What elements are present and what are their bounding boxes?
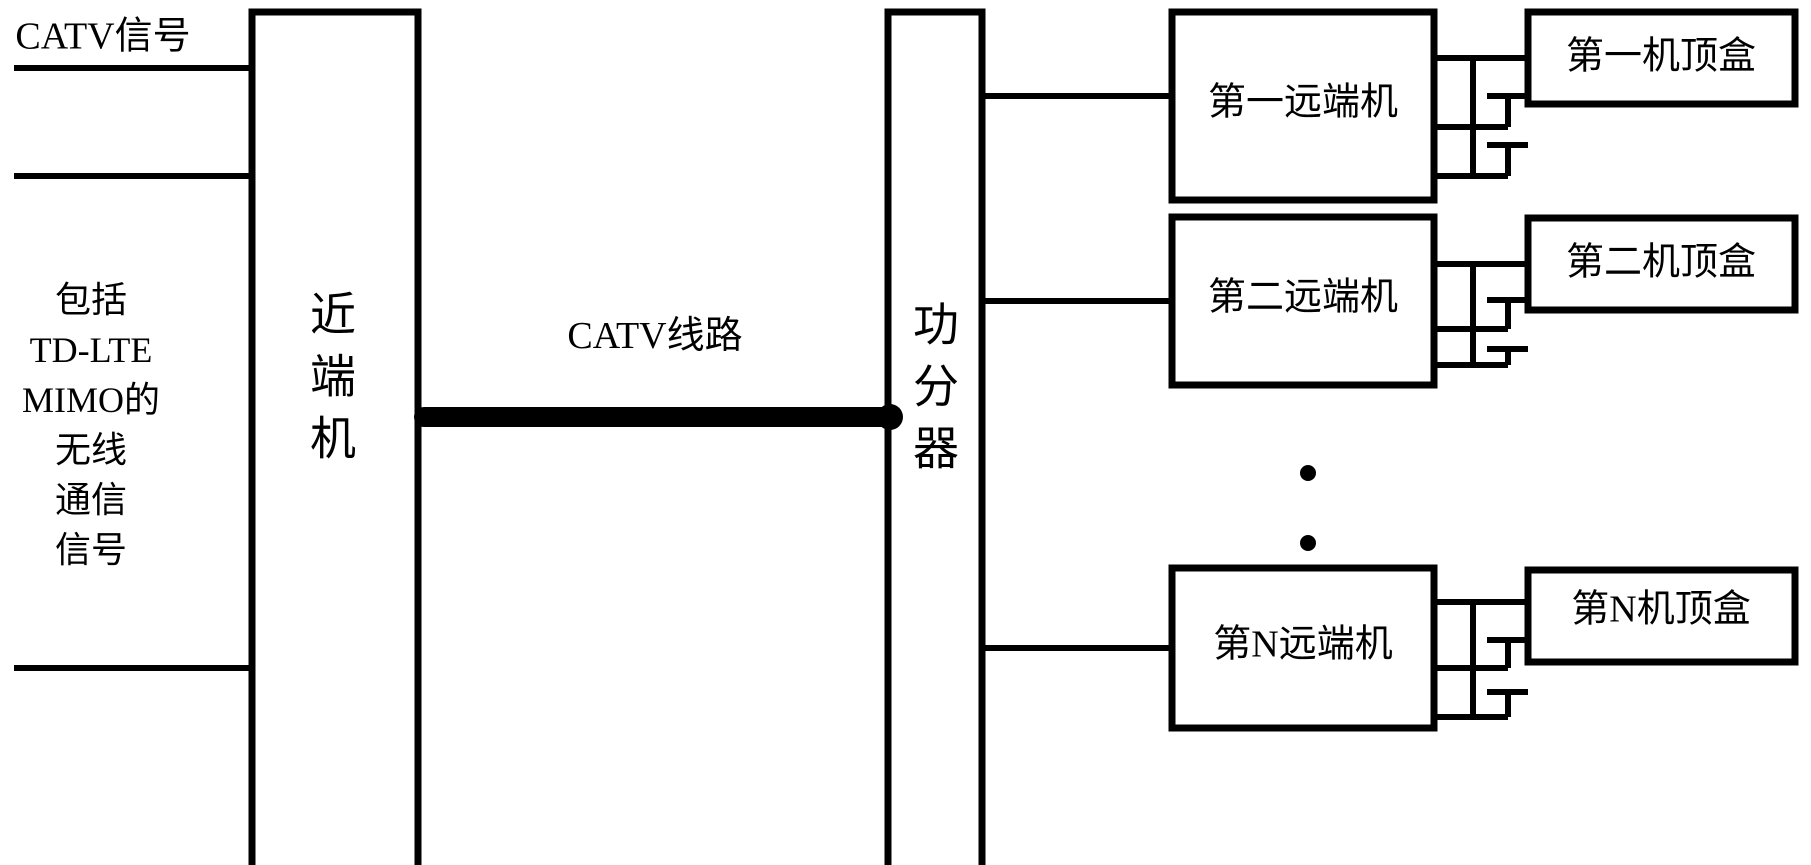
ellipsis-dot-2	[1300, 535, 1316, 551]
remote-unit-label-1: 第一远端机	[1208, 82, 1398, 124]
set-top-box-label-2: 第二机顶盒	[1566, 242, 1756, 284]
splitter-trunk-junction-dot	[877, 404, 903, 430]
wireless-label-line-6: 信号	[55, 530, 127, 570]
remote-unit-label-n: 第N远端机	[1213, 624, 1392, 666]
set-top-box-label-n: 第N机顶盒	[1571, 589, 1750, 631]
wireless-label-line-3: MIMO的	[22, 380, 160, 420]
branch-group-n: 第N远端机 第N机顶盒	[982, 564, 1799, 732]
near-end-unit-label-char-2: 端	[310, 352, 356, 403]
antenna-icon-2-2	[1473, 346, 1528, 368]
ellipsis-dot-1	[1300, 465, 1316, 481]
wireless-label-line-4: 无线	[55, 430, 127, 470]
power-splitter-label-char-2: 分	[913, 362, 959, 413]
power-splitter-label: 功 分 器	[913, 300, 959, 475]
branch-group-2: 第二远端机 第二机顶盒	[982, 213, 1799, 389]
diagram-canvas: CATV信号 包括 TD-LTE MIMO的 无线 通信 信号 近 端 机 CA…	[14, 8, 1799, 865]
power-splitter-label-char-1: 功	[913, 300, 959, 351]
wireless-label-line-1: 包括	[55, 280, 127, 320]
near-end-unit-label: 近 端 机	[310, 290, 356, 465]
near-end-unit-label-char-1: 近	[310, 290, 356, 341]
near-end-unit-label-char-3: 机	[310, 414, 356, 465]
antenna-icon-1-2	[1473, 142, 1528, 179]
set-top-box-label-1: 第一机顶盒	[1566, 36, 1756, 78]
block-diagram: CATV信号 包括 TD-LTE MIMO的 无线 通信 信号 近 端 机 CA…	[0, 0, 1811, 865]
wireless-label-line-5: 通信	[55, 480, 127, 520]
antenna-icon-2-1	[1473, 297, 1528, 332]
remote-unit-label-2: 第二远端机	[1208, 277, 1398, 319]
wireless-signal-input-label: 包括 TD-LTE MIMO的 无线 通信 信号	[22, 280, 160, 570]
catv-trunk-label: CATV线路	[567, 315, 742, 357]
antenna-icon-n-2	[1473, 689, 1528, 720]
catv-signal-input-label: CATV信号	[15, 16, 190, 58]
branch-group-1: 第一远端机 第一机顶盒	[982, 8, 1799, 204]
wireless-label-line-2: TD-LTE	[30, 330, 153, 370]
power-splitter-label-char-3: 器	[913, 424, 959, 475]
antenna-icon-1-1	[1473, 93, 1528, 130]
antenna-icon-n-1	[1473, 637, 1528, 671]
